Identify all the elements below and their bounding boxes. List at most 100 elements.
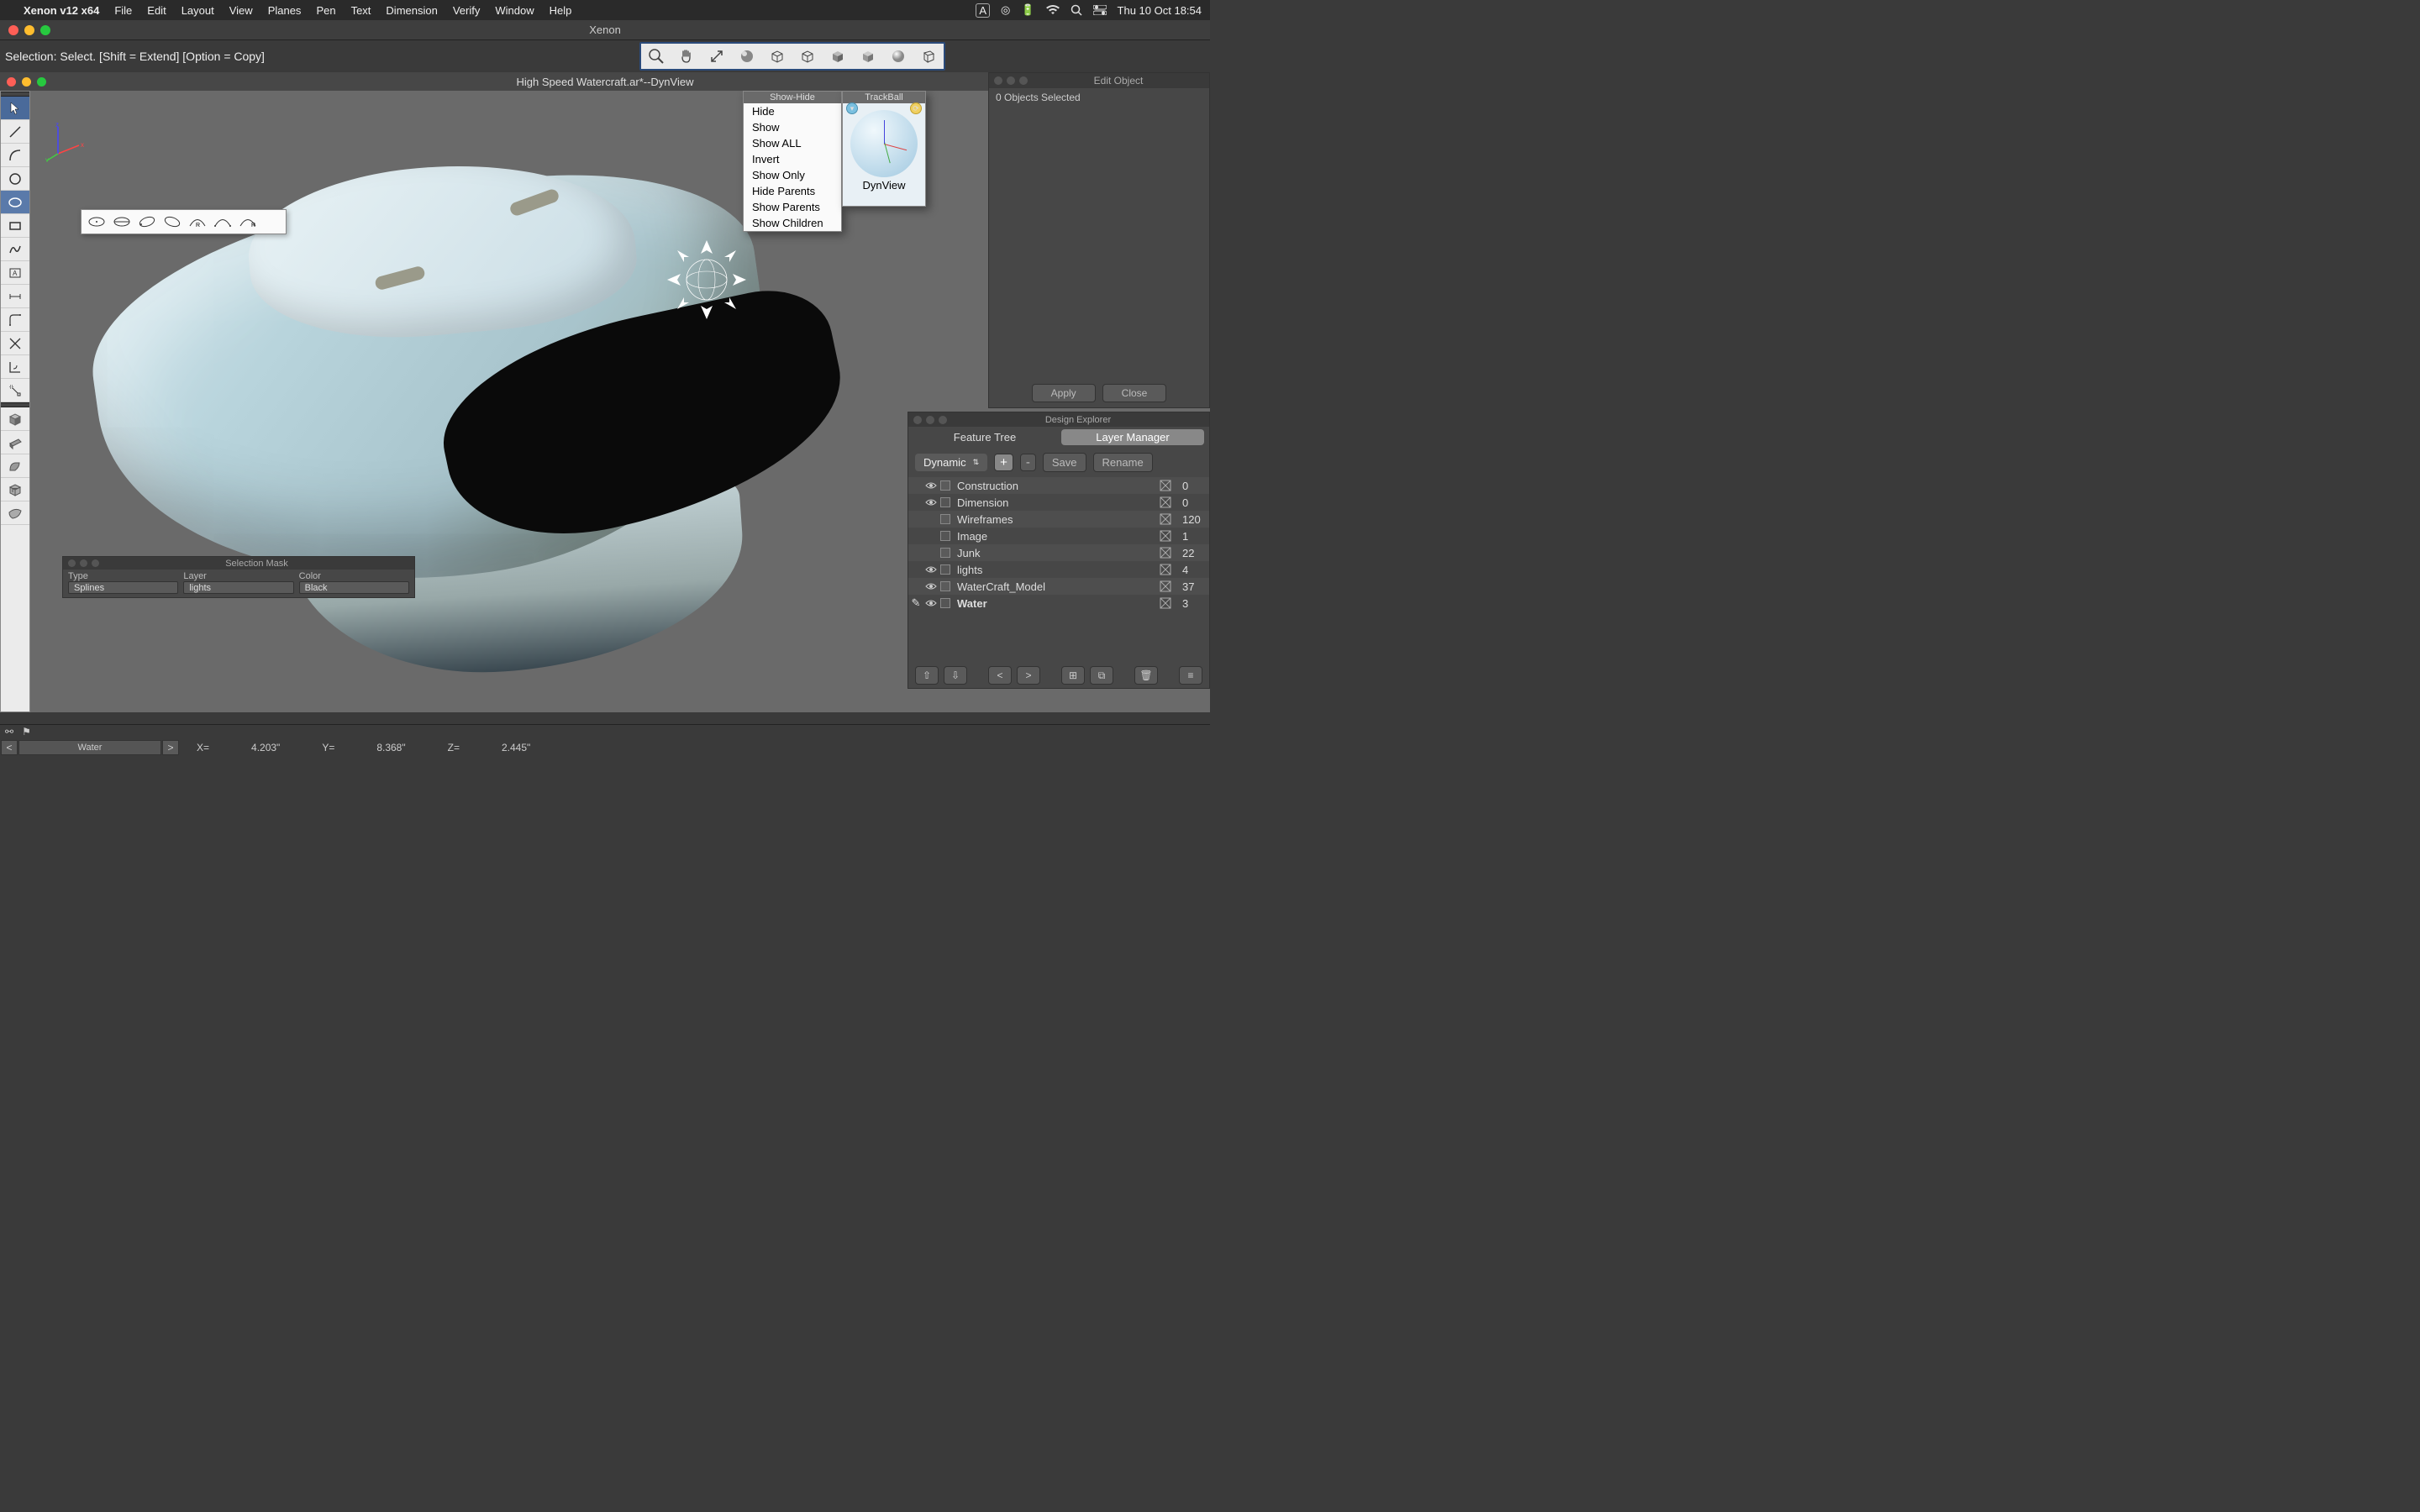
menu-text[interactable]: Text [351, 4, 371, 17]
layer-material-icon[interactable] [1152, 597, 1179, 609]
apply-button[interactable]: Apply [1032, 384, 1096, 402]
show-hide-item-show[interactable]: Show [744, 119, 841, 135]
layer-up-button[interactable]: ⇧ [915, 666, 939, 685]
layer-material-icon[interactable] [1152, 530, 1179, 542]
menu-view[interactable]: View [229, 4, 253, 17]
layer-material-icon[interactable] [1152, 564, 1179, 575]
layer-prev-button[interactable]: < [988, 666, 1012, 685]
app-name-menu[interactable]: Xenon v12 x64 [24, 4, 99, 17]
mesh-tool[interactable] [1, 478, 29, 501]
layer-options-button[interactable]: ≡ [1179, 666, 1202, 685]
hidden-line-cube-icon[interactable] [797, 46, 818, 66]
menu-help[interactable]: Help [550, 4, 572, 17]
layer-color-swatch[interactable] [939, 598, 954, 608]
sweep-tool[interactable] [1, 454, 29, 478]
wireframe-cube-icon[interactable] [767, 46, 787, 66]
layer-merge-button[interactable]: ⧉ [1090, 666, 1113, 685]
layer-row[interactable]: Wireframes120 [908, 511, 1209, 528]
next-layer-button[interactable]: > [162, 740, 179, 755]
menu-planes[interactable]: Planes [268, 4, 302, 17]
menu-file[interactable]: File [114, 4, 132, 17]
app-traffic-lights[interactable] [8, 25, 50, 35]
line-tool[interactable] [1, 120, 29, 144]
layer-row[interactable]: Junk22 [908, 544, 1209, 561]
render-sphere-icon[interactable] [888, 46, 908, 66]
crosshair-tool[interactable] [1, 379, 29, 402]
ellipse-diagonal-icon[interactable] [110, 213, 134, 231]
menu-dimension[interactable]: Dimension [386, 4, 437, 17]
add-layer-button[interactable]: + [994, 454, 1013, 471]
sm-type-value[interactable]: Splines [68, 581, 178, 594]
layer-material-icon[interactable] [1152, 496, 1179, 508]
conic-shoulder-icon[interactable] [211, 213, 234, 231]
layer-down-button[interactable]: ⇩ [944, 666, 967, 685]
current-layer-display[interactable]: Water [18, 740, 161, 755]
shaded-sphere-icon[interactable] [737, 46, 757, 66]
show-hide-item-showall[interactable]: Show ALL [744, 135, 841, 151]
surface-tool[interactable] [1, 501, 29, 525]
transform-tool[interactable] [1, 355, 29, 379]
show-hide-item-hide[interactable]: Hide [744, 103, 841, 119]
datetime[interactable]: Thu 10 Oct 18:54 [1118, 4, 1202, 17]
ellipse-tool[interactable] [1, 191, 29, 214]
rotate-widget[interactable] [660, 234, 753, 326]
doc-minimize-button[interactable] [22, 77, 31, 87]
layer-color-swatch[interactable] [939, 548, 954, 558]
select-tool[interactable] [1, 97, 29, 120]
wifi-icon[interactable] [1046, 5, 1060, 15]
layer-color-swatch[interactable] [939, 581, 954, 591]
show-hide-item-showchildren[interactable]: Show Children [744, 215, 841, 231]
close-button[interactable]: Close [1102, 384, 1167, 402]
layer-color-swatch[interactable] [939, 514, 954, 524]
dimension-tool[interactable] [1, 285, 29, 308]
fillet-tool[interactable] [1, 308, 29, 332]
tab-layer-manager[interactable]: Layer Manager [1061, 429, 1204, 445]
tab-feature-tree[interactable]: Feature Tree [913, 429, 1056, 445]
sm-layer-value[interactable]: lights [183, 581, 293, 594]
doc-zoom-button[interactable] [37, 77, 46, 87]
ellipse-3pt-icon[interactable] [135, 213, 159, 231]
layer-row[interactable]: Construction0 [908, 477, 1209, 494]
layer-material-icon[interactable] [1152, 547, 1179, 559]
layer-delete-button[interactable]: 🗑 [1134, 666, 1158, 685]
layer-row[interactable]: Dimension0 [908, 494, 1209, 511]
gouraud-cube-icon[interactable] [858, 46, 878, 66]
search-icon[interactable] [1071, 4, 1082, 16]
layer-visibility-icon[interactable] [923, 498, 939, 507]
text-tool[interactable]: A [1, 261, 29, 285]
show-hide-item-showonly[interactable]: Show Only [744, 167, 841, 183]
layer-material-icon[interactable] [1152, 513, 1179, 525]
conic-4pt-icon[interactable]: R [236, 213, 260, 231]
trackball-sphere[interactable] [850, 110, 918, 177]
layer-new-button[interactable]: ⊞ [1061, 666, 1085, 685]
trackball-reset-icon[interactable]: ⟳ [910, 102, 922, 114]
layer-row[interactable]: ✎Water3 [908, 595, 1209, 612]
layer-visibility-icon[interactable] [923, 481, 939, 490]
ellipse-center-icon[interactable] [85, 213, 108, 231]
minimize-button[interactable] [24, 25, 34, 35]
layer-visibility-icon[interactable] [923, 599, 939, 607]
layer-visibility-icon[interactable] [923, 582, 939, 591]
doc-traffic-lights[interactable] [7, 77, 46, 87]
sm-color-value[interactable]: Black [299, 581, 409, 594]
save-layers-button[interactable]: Save [1043, 453, 1086, 472]
remove-layer-button[interactable]: - [1020, 454, 1036, 471]
flat-shade-cube-icon[interactable] [828, 46, 848, 66]
control-center-icon[interactable] [1093, 5, 1107, 15]
user-icon[interactable]: ◎ [1001, 3, 1010, 17]
layer-visibility-icon[interactable] [923, 565, 939, 574]
circle-tool[interactable] [1, 167, 29, 191]
show-hide-item-hideparents[interactable]: Hide Parents [744, 183, 841, 199]
spline-tool[interactable] [1, 238, 29, 261]
zoom-tool-icon[interactable] [646, 46, 666, 66]
menu-edit[interactable]: Edit [147, 4, 166, 17]
menu-window[interactable]: Window [495, 4, 534, 17]
menu-verify[interactable]: Verify [453, 4, 481, 17]
ellipse-rotated-icon[interactable] [160, 213, 184, 231]
layer-row[interactable]: lights4 [908, 561, 1209, 578]
perspective-cube-icon[interactable] [918, 46, 939, 66]
prev-layer-button[interactable]: < [1, 740, 18, 755]
layer-next-button[interactable]: > [1017, 666, 1040, 685]
link-icon[interactable]: ⚯ [5, 726, 13, 738]
rename-layer-button[interactable]: Rename [1093, 453, 1153, 472]
